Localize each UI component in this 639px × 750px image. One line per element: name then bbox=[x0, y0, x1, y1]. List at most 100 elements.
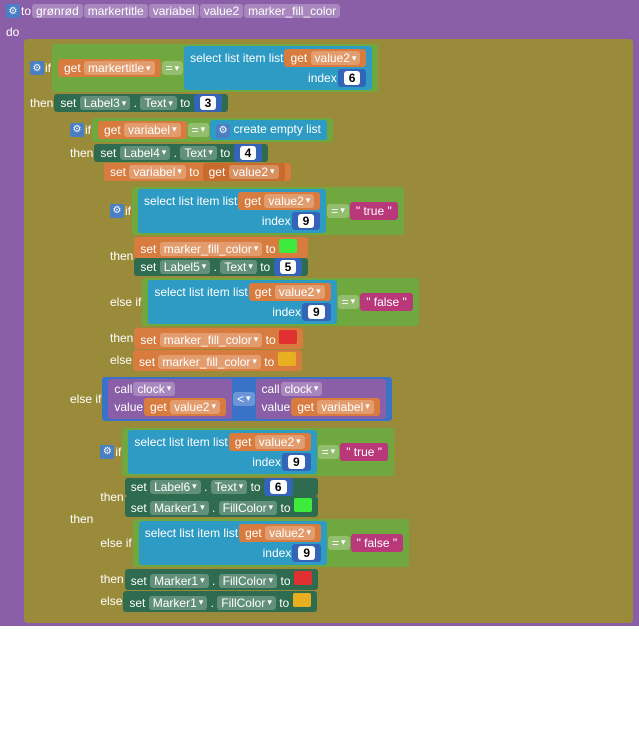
eq-block[interactable]: select list item list get value2▾ index … bbox=[142, 278, 418, 326]
var-dd[interactable]: value2▾ bbox=[170, 400, 220, 414]
select-list-block[interactable]: select list item list get value2▾ index … bbox=[184, 46, 372, 90]
set-var-block[interactable]: set marker_fill_color▾ to bbox=[134, 237, 308, 258]
color-swatch-amber[interactable] bbox=[293, 593, 311, 607]
string-block[interactable]: " false " bbox=[351, 534, 404, 552]
if-block[interactable]: ⚙ if get variabel▾ =▾ ⚙ create empty lis… bbox=[64, 113, 627, 620]
prop-dd[interactable]: Text▾ bbox=[220, 260, 257, 274]
param-value2[interactable]: value2 bbox=[200, 4, 243, 18]
num-input[interactable]: 5 bbox=[280, 260, 297, 274]
proc-dd[interactable]: clock▾ bbox=[133, 382, 175, 396]
if-block[interactable]: ⚙ if select list item list get value2▾ i… bbox=[94, 423, 415, 616]
var-dd[interactable]: variabel▾ bbox=[124, 123, 181, 137]
param-markertitle[interactable]: markertitle bbox=[84, 4, 148, 18]
comp-dd[interactable]: Label6▾ bbox=[150, 480, 201, 494]
op-eq[interactable]: =▾ bbox=[327, 204, 349, 218]
comp-dd[interactable]: Label3▾ bbox=[80, 96, 131, 110]
num-input[interactable]: 4 bbox=[240, 146, 257, 160]
get-block[interactable]: get value2▾ bbox=[239, 524, 321, 542]
op-eq[interactable]: =▾ bbox=[188, 123, 210, 137]
select-list-block[interactable]: select list item list get value2▾ index … bbox=[138, 189, 326, 233]
num-input[interactable]: 6 bbox=[344, 71, 361, 85]
prop-dd[interactable]: FillColor▾ bbox=[217, 596, 276, 610]
prop-dd[interactable]: Text▾ bbox=[140, 96, 177, 110]
eq-block[interactable]: get markertitle▾ =▾ select list item lis… bbox=[52, 44, 378, 92]
string-block[interactable]: " true " bbox=[350, 202, 398, 220]
var-dd[interactable]: value2▾ bbox=[255, 435, 305, 449]
string-block[interactable]: " true " bbox=[340, 443, 388, 461]
get-block[interactable]: get markertitle▾ bbox=[58, 59, 161, 77]
gear-icon[interactable]: ⚙ bbox=[30, 61, 44, 75]
num-input[interactable]: 6 bbox=[270, 480, 287, 494]
op-eq[interactable]: =▾ bbox=[318, 445, 340, 459]
op-eq[interactable]: =▾ bbox=[162, 61, 184, 75]
get-block[interactable]: get variabel▾ bbox=[98, 121, 187, 139]
get-block[interactable]: get value2▾ bbox=[284, 49, 366, 67]
var-dd[interactable]: variabel▾ bbox=[129, 165, 186, 179]
call-block[interactable]: call clock▾ value get variabel▾ bbox=[256, 379, 386, 419]
set-prop-block[interactable]: set Marker1▾ . FillColor▾ to bbox=[123, 591, 316, 612]
set-prop-block[interactable]: set Marker1▾ . FillColor▾ to bbox=[125, 496, 318, 517]
set-prop-block[interactable]: set Label3▾ . Text▾ to 3 bbox=[54, 94, 228, 112]
num-input[interactable]: 9 bbox=[298, 546, 315, 560]
set-prop-block[interactable]: set Label6▾ . Text▾ to 6 bbox=[125, 478, 318, 496]
comp-dd[interactable]: Marker1▾ bbox=[150, 574, 209, 588]
var-dd[interactable]: marker_fill_color▾ bbox=[160, 242, 263, 256]
param-mfc[interactable]: marker_fill_color bbox=[244, 4, 340, 18]
comp-dd[interactable]: Label4▾ bbox=[120, 146, 171, 160]
gear-icon[interactable]: ⚙ bbox=[216, 124, 230, 138]
var-dd[interactable]: value2▾ bbox=[264, 194, 314, 208]
eq-block[interactable]: get variabel▾ =▾ ⚙ create empty list bbox=[92, 118, 333, 142]
get-block[interactable]: get value2▾ bbox=[229, 433, 311, 451]
comp-dd[interactable]: Label5▾ bbox=[160, 260, 211, 274]
color-swatch-amber[interactable] bbox=[278, 352, 296, 366]
eq-block[interactable]: select list item list get value2▾ index … bbox=[132, 187, 404, 235]
get-block[interactable]: get variabel▾ bbox=[291, 398, 380, 416]
var-dd[interactable]: value2▾ bbox=[229, 165, 279, 179]
lt-block[interactable]: call clock▾ value get value2▾ <▾ call cl… bbox=[102, 377, 391, 421]
var-dd[interactable]: value2▾ bbox=[265, 526, 315, 540]
set-var-block[interactable]: set variabel▾ to get value2▾ bbox=[104, 163, 291, 181]
get-block[interactable]: get value2▾ bbox=[203, 163, 285, 181]
prop-dd[interactable]: Text▾ bbox=[211, 480, 248, 494]
gear-icon[interactable]: ⚙ bbox=[6, 4, 20, 18]
set-var-block[interactable]: set marker_fill_color▾ to bbox=[134, 328, 303, 349]
prop-dd[interactable]: FillColor▾ bbox=[219, 501, 278, 515]
get-block[interactable]: get value2▾ bbox=[238, 192, 320, 210]
eq-block[interactable]: select list item list get value2▾ index … bbox=[122, 428, 394, 476]
procedure-header[interactable]: ⚙ to grønrød markertitle variabel value2… bbox=[0, 0, 639, 22]
call-block[interactable]: call clock▾ value get value2▾ bbox=[108, 379, 232, 419]
prop-dd[interactable]: FillColor▾ bbox=[219, 574, 278, 588]
set-prop-block[interactable]: set Label4▾ . Text▾ to 4 bbox=[94, 144, 268, 162]
set-prop-block[interactable]: set Label5▾ . Text▾ to 5 bbox=[134, 258, 308, 276]
set-var-block[interactable]: set marker_fill_color▾ to bbox=[133, 350, 302, 371]
select-list-block[interactable]: select list item list get value2▾ index … bbox=[128, 430, 316, 474]
proc-dd[interactable]: clock▾ bbox=[281, 382, 323, 396]
op-eq[interactable]: =▾ bbox=[338, 295, 360, 309]
op-eq[interactable]: =▾ bbox=[328, 536, 350, 550]
gear-icon[interactable]: ⚙ bbox=[110, 204, 124, 218]
var-dd[interactable]: markertitle▾ bbox=[84, 61, 155, 75]
create-empty-block[interactable]: ⚙ create empty list bbox=[210, 120, 327, 140]
var-dd[interactable]: value2▾ bbox=[275, 285, 325, 299]
select-list-block[interactable]: select list item list get value2▾ index … bbox=[139, 521, 327, 565]
gear-icon[interactable]: ⚙ bbox=[100, 445, 114, 459]
select-list-block[interactable]: select list item list get value2▾ index … bbox=[148, 280, 336, 324]
var-dd[interactable]: marker_fill_color▾ bbox=[160, 333, 263, 347]
color-swatch-green[interactable] bbox=[294, 498, 312, 512]
op-lt[interactable]: <▾ bbox=[233, 392, 255, 406]
color-swatch-red[interactable] bbox=[279, 330, 297, 344]
set-prop-block[interactable]: set Marker1▾ . FillColor▾ to bbox=[125, 569, 318, 590]
eq-block[interactable]: select list item list get value2▾ index … bbox=[133, 519, 409, 567]
var-dd[interactable]: value2▾ bbox=[311, 51, 361, 65]
num-input[interactable]: 9 bbox=[298, 214, 315, 228]
gear-icon[interactable]: ⚙ bbox=[70, 123, 84, 137]
var-dd[interactable]: variabel▾ bbox=[317, 400, 374, 414]
color-swatch-red[interactable] bbox=[294, 571, 312, 585]
if-block[interactable]: ⚙ if select list item list get value2▾ i… bbox=[104, 182, 621, 375]
comp-dd[interactable]: Marker1▾ bbox=[150, 501, 209, 515]
param-variabel[interactable]: variabel bbox=[149, 4, 199, 18]
num-input[interactable]: 9 bbox=[288, 455, 305, 469]
get-block[interactable]: get value2▾ bbox=[144, 398, 226, 416]
num-input[interactable]: 9 bbox=[308, 305, 325, 319]
if-block-outer[interactable]: ⚙ if get markertitle▾ =▾ select list ite… bbox=[24, 39, 633, 623]
